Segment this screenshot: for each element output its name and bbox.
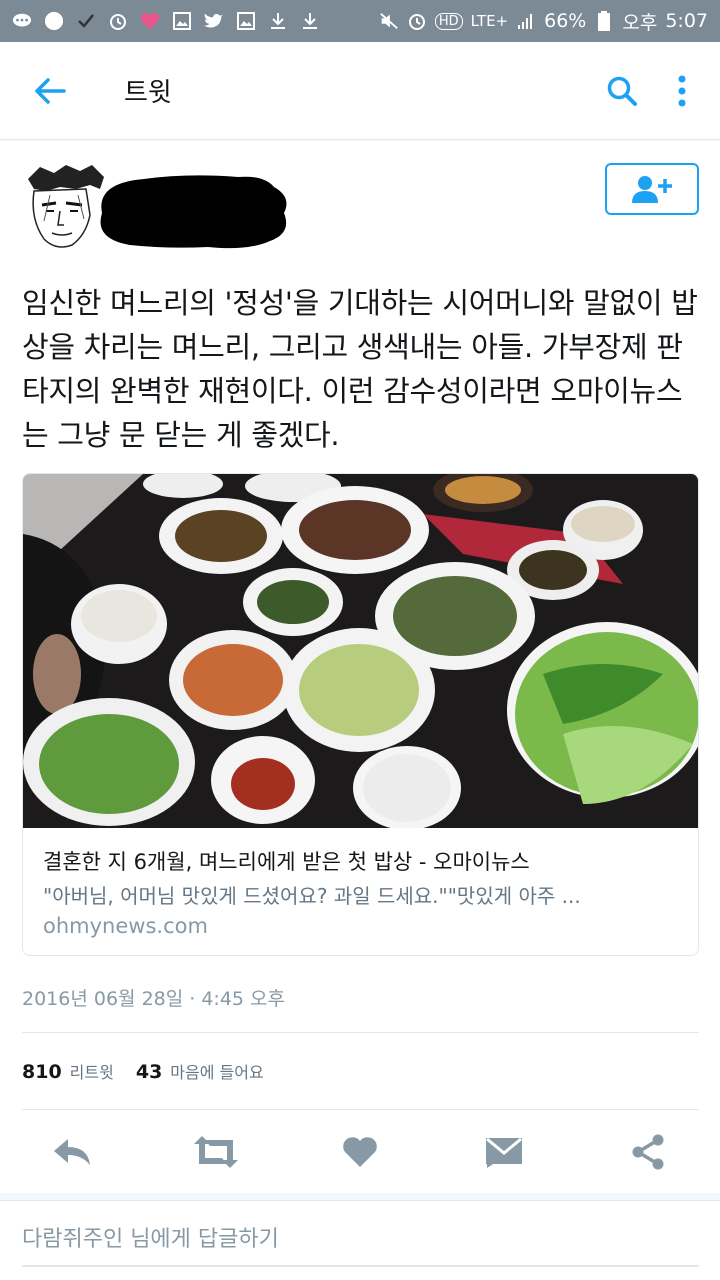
direct-message-button[interactable] <box>478 1126 530 1178</box>
download-icon <box>268 11 288 31</box>
retweet-count[interactable]: 810 <box>22 1061 62 1083</box>
reply-button[interactable] <box>46 1126 98 1178</box>
alarm-icon <box>407 11 427 31</box>
alarm-icon <box>108 11 128 31</box>
battery-icon <box>594 11 614 31</box>
retweet-button[interactable] <box>190 1126 242 1178</box>
divider <box>22 1109 699 1110</box>
divider <box>22 1032 699 1033</box>
envelope-icon <box>486 1137 522 1168</box>
clock: 5:07 <box>665 10 708 32</box>
mute-icon <box>379 11 399 31</box>
like-button[interactable] <box>334 1126 386 1178</box>
reply-icon <box>54 1139 90 1165</box>
card-title: 결혼한 지 6개월, 며느리에게 받은 첫 밥상 - 오마이뉴스 <box>43 850 530 874</box>
signal-icon <box>516 11 536 31</box>
app-bar: 트윗 <box>0 42 720 140</box>
redacted-username <box>100 175 287 249</box>
tweet-stats: 810 리트윗 43 마음에 들어요 <box>22 1059 286 1083</box>
back-button[interactable] <box>20 61 80 121</box>
page-title: 트윗 <box>124 78 172 108</box>
share-button[interactable] <box>622 1126 674 1178</box>
follow-button[interactable] <box>605 163 699 215</box>
like-count[interactable]: 43 <box>136 1061 162 1083</box>
card-domain: ohmynews.com <box>43 914 208 938</box>
tweet-text: 임신한 며느리의 '정성'을 기대하는 시어머니와 말없이 밥상을 차리는 며느… <box>22 286 698 452</box>
gallery-icon <box>236 11 256 31</box>
battery-percent: 66% <box>544 10 587 32</box>
tweet-detail: 임신한 며느리의 '정성'을 기대하는 시어머니와 말없이 밥상을 차리는 며느… <box>0 141 720 1193</box>
search-button[interactable] <box>592 61 652 121</box>
arrow-left-icon <box>35 77 66 104</box>
ampm: 오후 <box>622 11 658 34</box>
follow-icon <box>632 176 672 203</box>
more-vertical-icon <box>678 75 686 106</box>
search-icon <box>607 76 637 106</box>
image-icon <box>172 11 192 31</box>
heart-icon <box>140 11 160 31</box>
like-label[interactable]: 마음에 들어요 <box>170 1059 263 1083</box>
retweet-label[interactable]: 리트윗 <box>70 1059 114 1083</box>
more-button[interactable] <box>652 61 712 121</box>
heart-icon <box>343 1137 377 1167</box>
cafe-icon <box>44 11 64 31</box>
reply-bar <box>0 1200 720 1280</box>
reply-input[interactable] <box>22 1221 699 1267</box>
share-icon <box>632 1134 664 1170</box>
network-label: LTE+ <box>470 12 509 30</box>
tweet-timestamp: 2016년 06월 28일 · 4:45 오후 <box>22 988 286 1010</box>
twitter-bird-icon <box>204 11 224 31</box>
check-icon <box>76 11 96 31</box>
card-image <box>23 474 698 828</box>
status-bar: HD LTE+ 66% 오후 5:07 <box>0 0 720 42</box>
tweet-actions <box>0 1126 720 1178</box>
download-icon <box>300 11 320 31</box>
retweet-icon <box>194 1136 238 1168</box>
link-card[interactable]: 결혼한 지 6개월, 며느리에게 받은 첫 밥상 - 오마이뉴스 "아버님, 어… <box>22 473 699 956</box>
hd-badge: HD <box>434 12 463 30</box>
card-description: "아버님, 어머님 맛있게 드셨어요? 과일 드세요.""맛있게 아주 ... <box>43 884 581 908</box>
chat-icon <box>12 11 32 31</box>
